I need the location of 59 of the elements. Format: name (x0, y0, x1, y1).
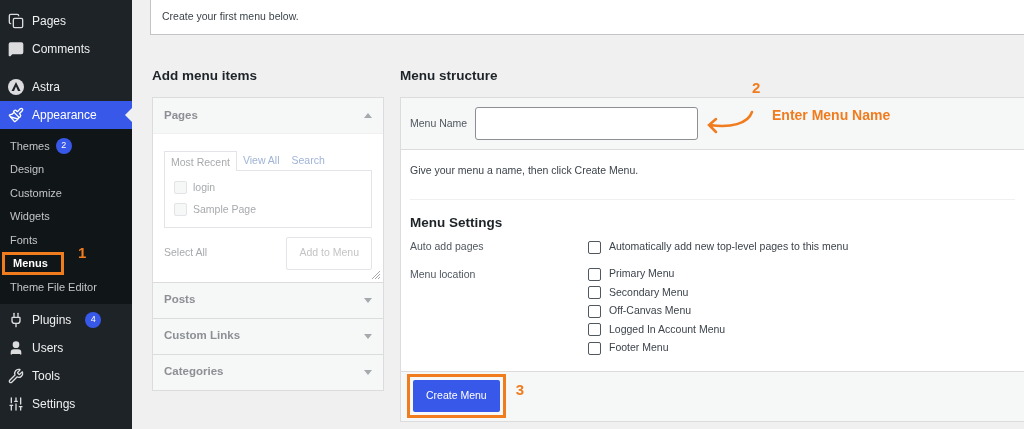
user-icon (8, 339, 24, 356)
astra-logo-icon (8, 79, 24, 95)
checkbox-label: Footer Menu (609, 340, 669, 356)
step-number: 3 (515, 379, 525, 400)
submenu-item[interactable]: Design (0, 157, 132, 181)
submenu-item[interactable]: Themes 2 (0, 134, 132, 158)
plug-icon (8, 311, 24, 328)
checkbox-label: Primary Menu (609, 266, 675, 282)
section-heading: Menu Settings (410, 214, 504, 232)
pages-icon (8, 13, 24, 29)
wrench-icon (8, 367, 24, 384)
checkbox[interactable] (588, 304, 601, 318)
notice-text: Create your first menu below. (162, 9, 299, 25)
paintbrush-icon (8, 107, 24, 123)
step-number: 1 (78, 242, 87, 263)
caret-down-icon[interactable] (364, 297, 372, 303)
submenu-item[interactable]: Menus (2, 251, 64, 275)
hint-text: Give your menu a name, then click Create Menu. (410, 163, 640, 178)
checkbox[interactable] (588, 240, 601, 254)
annotation-text: Enter Menu Name (772, 106, 891, 125)
count-badge: 4 (85, 311, 102, 328)
resize-handle-icon (371, 269, 381, 280)
count-badge: 2 (55, 137, 72, 154)
sidebar-item[interactable]: Plugins 4 (0, 305, 132, 334)
sliders-icon (8, 395, 24, 412)
sidebar-item[interactable]: Users (0, 333, 132, 362)
checkbox[interactable] (588, 323, 601, 337)
sidebar-item[interactable]: Astra (0, 73, 132, 101)
curved-arrow-icon (706, 110, 756, 134)
menu-name-field[interactable] (475, 107, 699, 140)
checkbox-label: Logged In Account Menu (609, 321, 726, 337)
panel-heading: Add menu items (152, 67, 258, 85)
caret-up-icon[interactable] (364, 113, 372, 118)
sidebar-item[interactable]: Settings (0, 389, 132, 418)
submenu-item[interactable]: Customize (0, 181, 132, 205)
step-number: 2 (752, 78, 761, 98)
sidebar-item[interactable]: Appearance (0, 101, 132, 129)
sidebar-item[interactable]: Comments (0, 35, 132, 63)
page-option: login (193, 180, 216, 196)
submenu-item[interactable]: Widgets (0, 204, 132, 228)
sidebar-item[interactable]: Pages (0, 7, 132, 35)
checkbox-label: Off-Canvas Menu (609, 303, 692, 319)
checkbox[interactable] (588, 267, 601, 281)
field-label: Menu Name (410, 115, 468, 131)
page-option: Sample Page (193, 201, 257, 218)
checkbox-label: Automatically add new top-level pages to this menu (609, 239, 849, 255)
pointer-icon (125, 108, 132, 122)
checkbox-label: Secondary Menu (609, 284, 689, 300)
speech-bubble-icon (8, 41, 24, 57)
sidebar-item[interactable]: Tools (0, 361, 132, 390)
caret-down-icon[interactable] (364, 369, 372, 375)
setting-label: Auto add pages (410, 239, 485, 255)
submenu-item[interactable]: Theme File Editor (0, 275, 132, 299)
create-menu-button[interactable]: Create Menu (413, 380, 500, 412)
setting-label: Menu location (410, 267, 477, 282)
panel-heading: Menu structure (400, 67, 499, 85)
caret-down-icon[interactable] (364, 333, 372, 339)
checkbox[interactable] (588, 341, 601, 355)
checkbox[interactable] (588, 286, 601, 300)
